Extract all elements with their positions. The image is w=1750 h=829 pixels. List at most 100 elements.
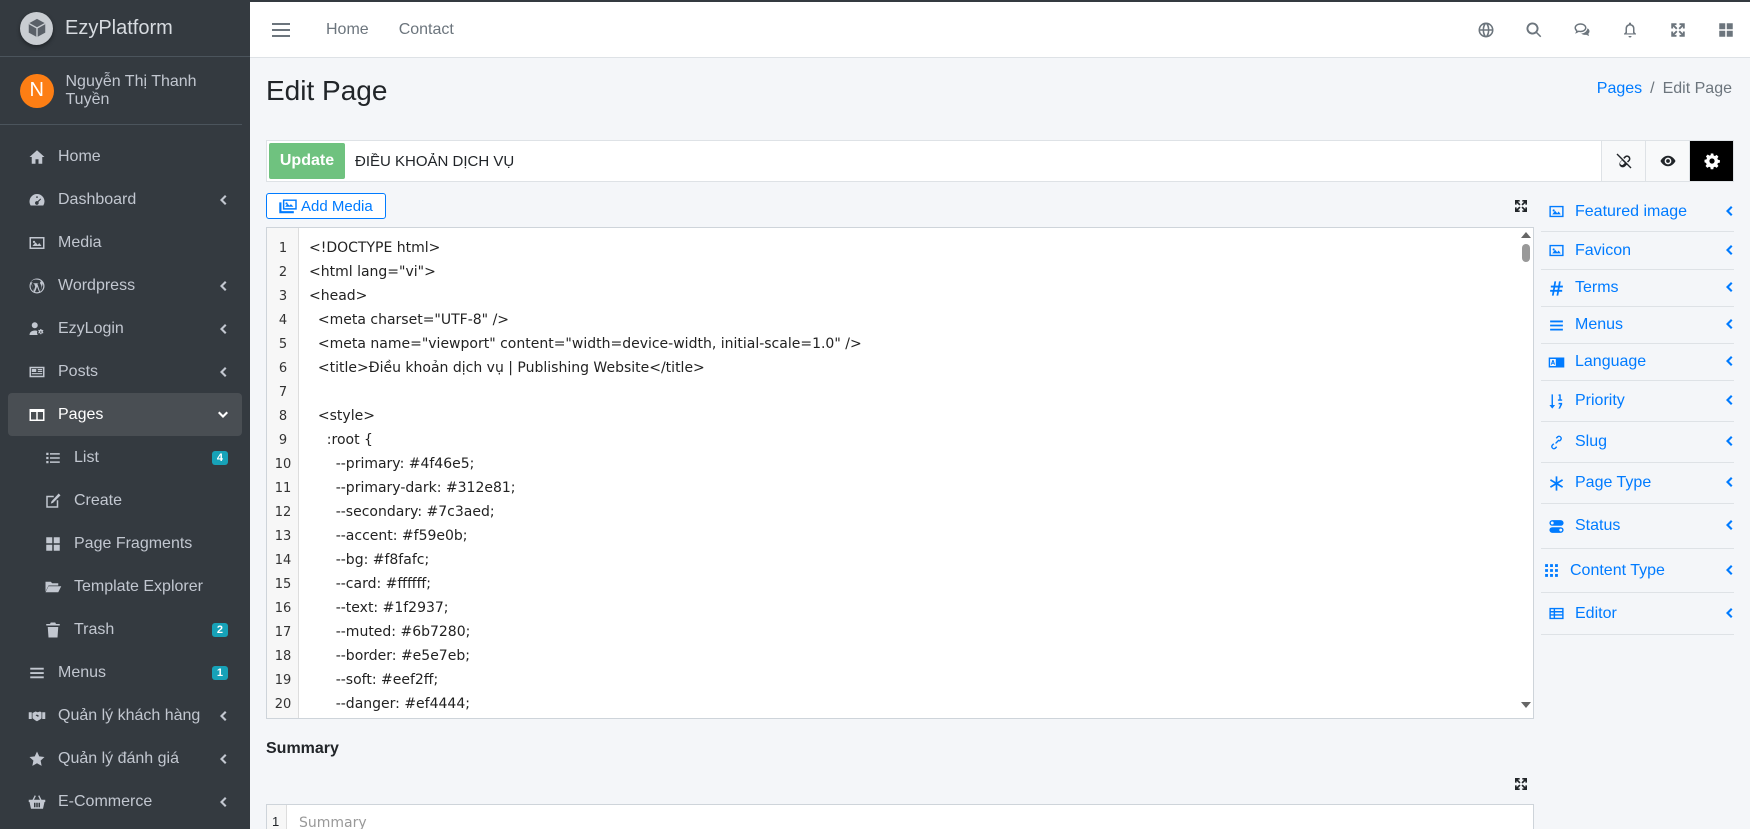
bars-icon [1546,316,1566,334]
line-number: 12 [274,504,292,520]
columns-icon [26,405,48,425]
search-icon[interactable] [1510,21,1558,39]
preview-button[interactable] [1645,141,1689,181]
scroll-down-arrow-icon[interactable] [1521,702,1531,708]
code-line[interactable]: 18 --border: #e5e7eb; [267,644,1533,668]
panel-item-status[interactable]: Status [1541,504,1734,549]
brand[interactable]: EzyPlatform [0,0,250,57]
code-line[interactable]: 1 <!DOCTYPE html> [267,236,1533,260]
line-number: 15 [274,576,292,592]
settings-button[interactable] [1689,141,1733,181]
unlink-icon [1616,153,1631,169]
sidebar-item-dashboard[interactable]: Dashboard [8,178,242,221]
code-text: --bg: #f8fafc; [309,552,430,568]
count-badge: 4 [211,450,228,465]
chevron-left-icon [1724,353,1734,371]
add-media-button[interactable]: Add Media [266,193,386,219]
code-line[interactable]: 4 <meta charset="UTF-8" /> [267,308,1533,332]
eye-icon [1660,155,1675,167]
sidebar-item-page-fragments[interactable]: Page Fragments [8,522,242,565]
sidebar-item-pages[interactable]: Pages [8,393,242,436]
chevron-left-icon [218,753,228,764]
panel-item-label: Status [1575,517,1621,534]
code-line[interactable]: 6 <title>Điều khoản dịch vụ | Publishing… [267,356,1533,380]
chevron-left-icon [218,796,228,807]
chevron-left-icon [1724,517,1734,535]
panel-item-editor[interactable]: Editor [1541,593,1734,635]
th-large-icon[interactable] [1702,21,1750,39]
sidebar-item-ezylogin[interactable]: EzyLogin [8,307,242,350]
chevron-left-icon [1724,203,1734,221]
code-line[interactable]: 5 <meta name="viewport" content="width=d… [267,332,1533,356]
user-panel[interactable]: N Nguyễn Thị Thanh Tuyền [0,57,242,125]
nav-link-home[interactable]: Home [326,21,369,39]
panel-item-terms[interactable]: Terms [1541,270,1734,307]
sidebar-item-label: Menus [58,663,107,681]
scroll-thumb[interactable] [1522,244,1530,262]
panel-item-content-type[interactable]: Content Type [1541,549,1734,593]
sidebar-item-list[interactable]: List 4 [8,436,242,479]
sidebar-item-label: Quản lý khách hàng [58,706,201,724]
sidebar-item-wordpress[interactable]: Wordpress [8,264,242,307]
breadcrumb-link-pages[interactable]: Pages [1597,80,1642,97]
expand-summary-icon[interactable] [1513,776,1529,792]
sidebar-item-trash[interactable]: Trash 2 [8,608,242,651]
count-badge: 2 [211,622,228,637]
chevron-left-icon [1724,562,1734,580]
panel-item-language[interactable]: Language [1541,344,1734,381]
sidebar-item-menus[interactable]: Menus 1 [8,651,242,694]
code-line[interactable]: 15 --card: #ffffff; [267,572,1533,596]
scroll-up-arrow-icon[interactable] [1521,232,1531,238]
panel-item-featured-image[interactable]: Featured image [1541,192,1734,232]
expand-editor-icon[interactable] [1513,198,1529,214]
globe-icon[interactable] [1462,21,1510,39]
code-line[interactable]: 13 --accent: #f59e0b; [267,524,1533,548]
sidebar-item-label: Trash [74,620,115,638]
code-editor[interactable]: 1 <!DOCTYPE html> 2 <html lang="vi"> 3 <head>… [266,227,1534,719]
code-line[interactable]: 20 --danger: #ef4444; [267,692,1533,716]
code-line[interactable]: 3 <head> [267,284,1533,308]
panel-item-page-type[interactable]: Page Type [1541,463,1734,504]
sidebar-item-ecommerce[interactable]: E-Commerce [8,780,242,823]
sidebar-item-media[interactable]: Media [8,221,242,264]
code-line[interactable]: 16 --text: #1f2937; [267,596,1533,620]
code-text: :root { [309,432,373,448]
code-line[interactable]: 9 :root { [267,428,1533,452]
sidebar-item-home[interactable]: Home [8,135,242,178]
code-line[interactable]: 8 <style> [267,404,1533,428]
sidebar-item-posts[interactable]: Posts [8,350,242,393]
page-title-input[interactable] [347,141,1601,181]
code-lines: 1 <!DOCTYPE html> 2 <html lang="vi"> 3 <head>… [267,236,1533,716]
comments-icon[interactable] [1558,21,1606,39]
line-number: 6 [278,360,288,376]
sidebar-item-create[interactable]: Create [8,479,242,522]
panel-item-menus[interactable]: Menus [1541,307,1734,344]
code-line[interactable]: 12 --secondary: #7c3aed; [267,500,1533,524]
summary-placeholder: Summary [299,815,367,829]
sidebar-item-reviews[interactable]: Quản lý đánh giá [8,737,242,780]
panel-item-favicon[interactable]: Favicon [1541,232,1734,270]
code-text: --danger: #ef4444; [309,696,470,712]
chevron-left-icon [1724,279,1734,297]
sidebar-item-customers[interactable]: Quản lý khách hàng [8,694,242,737]
table-list-icon [1546,605,1566,623]
panel-item-priority[interactable]: Priority [1541,381,1734,422]
code-line[interactable]: 10 --primary: #4f46e5; [267,452,1533,476]
sidebar-item-template-explorer[interactable]: Template Explorer [8,565,242,608]
code-line[interactable]: 19 --soft: #eef2ff; [267,668,1533,692]
update-button[interactable]: Update [269,143,345,179]
nav-link-contact[interactable]: Contact [399,21,454,39]
editor-scrollbar[interactable] [1521,232,1531,708]
code-line[interactable]: 11 --primary-dark: #312e81; [267,476,1533,500]
code-line[interactable]: 2 <html lang="vi"> [267,260,1533,284]
code-line[interactable]: 14 --bg: #f8fafc; [267,548,1533,572]
fullscreen-icon[interactable] [1654,21,1702,39]
hamburger-icon[interactable] [272,22,296,38]
code-line[interactable]: 7 [267,380,1533,404]
panel-item-slug[interactable]: Slug [1541,422,1734,463]
summary-editor[interactable]: 1 Summary [266,804,1534,829]
bell-icon[interactable] [1606,21,1654,39]
code-line[interactable]: 17 --muted: #6b7280; [267,620,1533,644]
line-number: 1 [278,240,288,256]
unlink-button[interactable] [1601,141,1645,181]
